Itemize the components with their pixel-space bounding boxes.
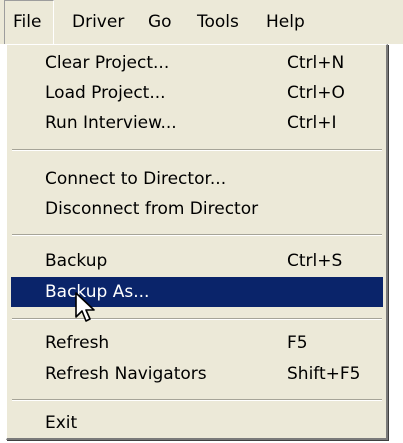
menu-separator: [12, 149, 382, 151]
menu-item-refresh-navigators[interactable]: Refresh Navigators Shift+F5: [11, 359, 383, 389]
menu-item-connect-director[interactable]: Connect to Director...: [11, 164, 383, 194]
menu-item-label: Connect to Director...: [45, 169, 227, 189]
arrow-pointer-icon: [75, 292, 95, 322]
menu-item-label: Refresh: [45, 333, 110, 353]
menu-item-shortcut: Ctrl+S: [287, 251, 343, 271]
menu-item-run-interview[interactable]: Run Interview... Ctrl+I: [11, 108, 383, 138]
menu-item-label: Exit: [45, 413, 78, 433]
menu-item-exit[interactable]: Exit: [11, 408, 383, 438]
menu-item-shortcut: F5: [287, 333, 308, 353]
menu-item-shortcut: Shift+F5: [287, 364, 361, 384]
menu-bar: File Driver Go Tools Help: [0, 0, 403, 44]
menu-item-backup[interactable]: Backup Ctrl+S: [11, 246, 383, 276]
menu-item-label: Load Project...: [45, 83, 166, 103]
menu-item-label: Refresh Navigators: [45, 364, 207, 384]
file-menu-dropdown: Clear Project... Ctrl+N Load Project... …: [6, 44, 388, 440]
menu-help[interactable]: Help: [266, 0, 305, 44]
menu-tools[interactable]: Tools: [197, 0, 239, 44]
menu-go[interactable]: Go: [148, 0, 172, 44]
menu-item-label: Disconnect from Director: [45, 199, 259, 219]
menu-item-label: Run Interview...: [45, 113, 177, 133]
application-window: File Driver Go Tools Help Clear Project.…: [0, 0, 403, 443]
menu-separator: [12, 399, 382, 401]
menu-item-load-project[interactable]: Load Project... Ctrl+O: [11, 78, 383, 108]
menu-item-refresh[interactable]: Refresh F5: [11, 328, 383, 358]
menu-item-shortcut: Ctrl+O: [287, 83, 345, 103]
menu-item-disconnect-director[interactable]: Disconnect from Director: [11, 194, 383, 224]
menu-separator: [12, 318, 382, 320]
menu-item-label: Backup: [45, 251, 108, 271]
menu-item-backup-as[interactable]: Backup As...: [11, 277, 383, 307]
menu-item-clear-project[interactable]: Clear Project... Ctrl+N: [11, 48, 383, 78]
menu-item-shortcut: Ctrl+I: [287, 113, 337, 133]
menu-item-label: Clear Project...: [45, 53, 170, 73]
menu-separator: [12, 234, 382, 236]
menu-driver[interactable]: Driver: [72, 0, 124, 44]
menu-file[interactable]: File: [4, 0, 54, 44]
menu-item-shortcut: Ctrl+N: [287, 53, 345, 73]
